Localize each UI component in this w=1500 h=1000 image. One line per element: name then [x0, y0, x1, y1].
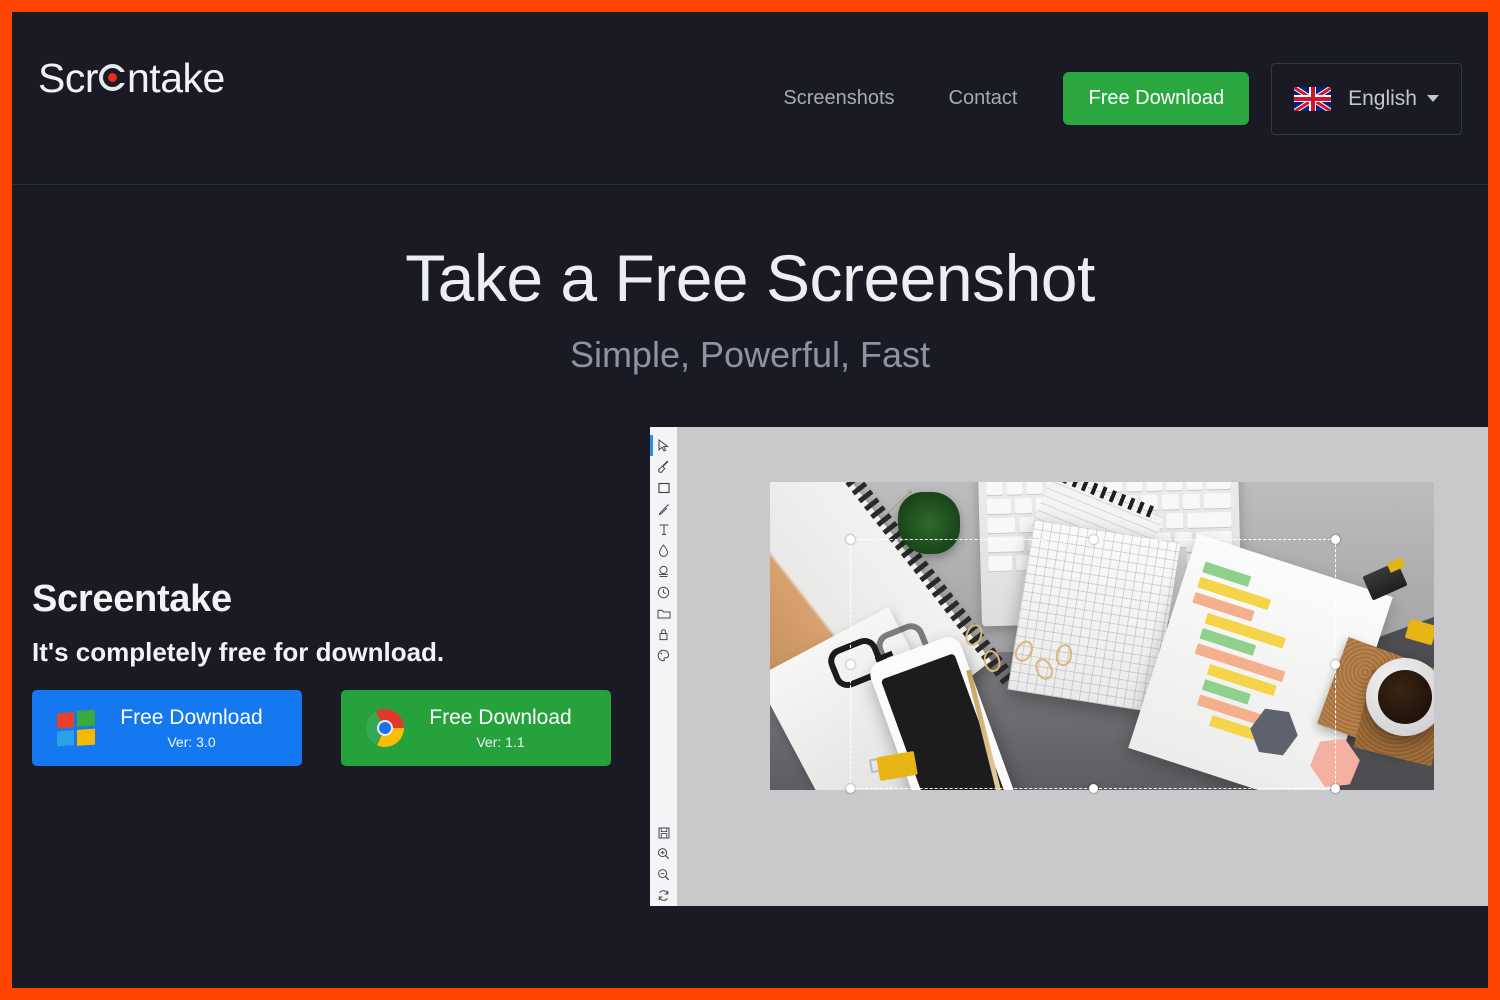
site-header: Scr ntake Screenshots Contact Free Downl… [12, 12, 1488, 185]
editor-canvas[interactable] [677, 427, 1488, 906]
chrome-download-button[interactable]: Free Download Ver: 1.1 [341, 690, 611, 766]
selection-handle-bottom-middle[interactable] [1088, 784, 1098, 793]
selection-handle-top-left[interactable] [846, 535, 855, 544]
selection-marquee[interactable] [846, 535, 1340, 793]
lock-tool[interactable] [650, 624, 677, 645]
save-tool[interactable] [650, 822, 677, 843]
windows-download-label: Free Download [120, 705, 263, 729]
promo-section: Screentake It's completely free for down… [32, 578, 632, 766]
logo-text-after: ntake [127, 55, 225, 101]
language-selector[interactable]: English [1271, 62, 1462, 135]
language-label: English [1348, 86, 1417, 110]
editor-window [650, 427, 1488, 906]
download-button-row: Free Download Ver: 3.0 Free Download Ver… [32, 690, 632, 766]
windows-download-version: Ver: 3.0 [167, 734, 216, 751]
cursor-tool[interactable] [650, 435, 677, 456]
nav-item-screenshots[interactable]: Screenshots [783, 87, 894, 110]
uk-flag-icon [1294, 86, 1332, 111]
selection-handle-top-middle[interactable] [1088, 535, 1098, 544]
droplet-tool[interactable] [650, 540, 677, 561]
aperture-icon [99, 64, 128, 91]
nav-free-download-button[interactable]: Free Download [1063, 72, 1250, 125]
clock-tool[interactable] [650, 582, 677, 603]
windows-download-button[interactable]: Free Download Ver: 3.0 [32, 690, 302, 766]
coffee-liquid-decor [1378, 670, 1432, 724]
zoom-out-tool[interactable] [650, 864, 677, 885]
chrome-logo-icon [366, 709, 404, 747]
chrome-download-version: Ver: 1.1 [476, 734, 525, 751]
rectangle-tool[interactable] [650, 477, 677, 498]
hero-title: Take a Free Screenshot [405, 241, 1095, 315]
palette-tool[interactable] [650, 645, 677, 666]
promo-title: Screentake [32, 578, 232, 620]
windows-logo-icon [57, 709, 95, 746]
brush-tool[interactable] [650, 456, 677, 477]
chevron-down-icon [1427, 95, 1439, 102]
editor-toolbar [650, 427, 677, 906]
text-tool[interactable] [650, 519, 677, 540]
chrome-download-label: Free Download [429, 705, 572, 729]
selection-handle-middle-left[interactable] [846, 659, 855, 669]
selection-handle-bottom-right[interactable] [1331, 784, 1340, 793]
selection-handle-bottom-left[interactable] [846, 784, 855, 793]
refresh-tool[interactable] [650, 885, 677, 906]
selection-handle-middle-right[interactable] [1331, 659, 1340, 669]
windows-download-text: Free Download Ver: 3.0 [95, 706, 302, 750]
selection-handle-top-right[interactable] [1331, 535, 1340, 544]
main-nav: Screenshots Contact Free Download Englis… [783, 12, 1488, 185]
folder-tool[interactable] [650, 603, 677, 624]
chrome-download-text: Free Download Ver: 1.1 [404, 706, 611, 750]
hero-subtitle: Simple, Powerful, Fast [569, 334, 931, 375]
logo-text-before: Scr [38, 55, 99, 101]
nav-item-contact[interactable]: Contact [949, 87, 1018, 110]
eyedropper-tool[interactable] [650, 498, 677, 519]
promo-subtitle: It's completely free for download. [32, 637, 445, 667]
site-logo[interactable]: Scr ntake [38, 55, 225, 102]
zoom-in-tool[interactable] [650, 843, 677, 864]
stamp-tool[interactable] [650, 561, 677, 582]
page-root: Scr ntake Screenshots Contact Free Downl… [12, 12, 1488, 988]
